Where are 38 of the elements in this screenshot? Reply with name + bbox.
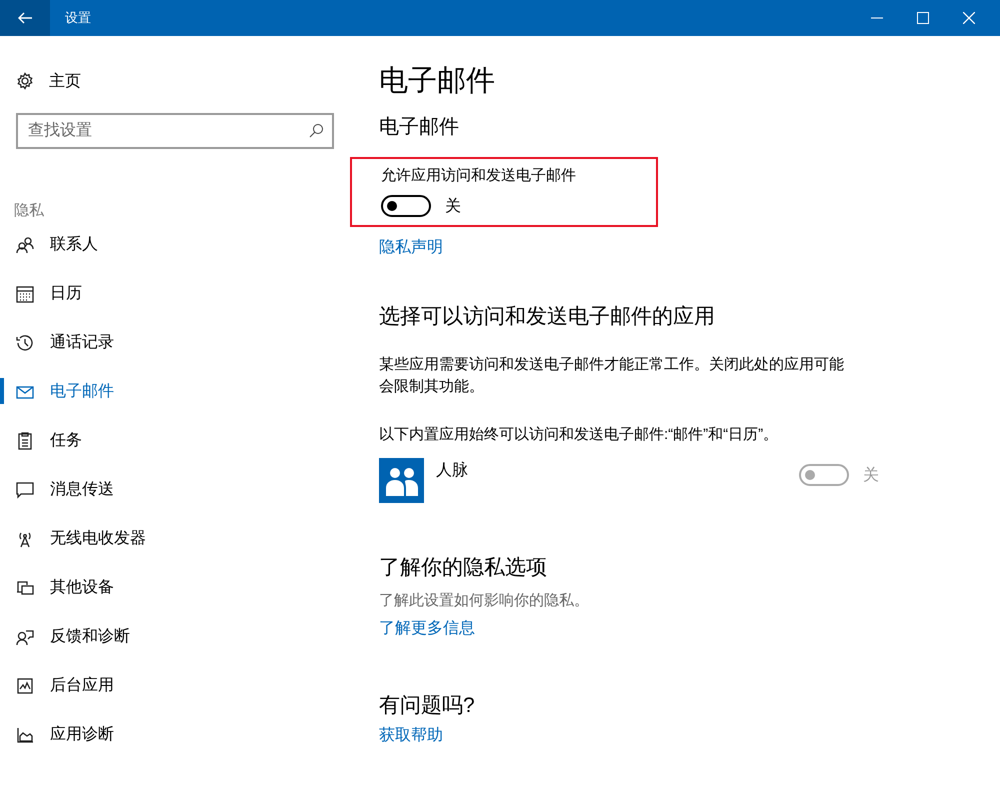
back-arrow-icon: [17, 12, 33, 24]
app-icon: [379, 458, 424, 503]
info-text: 了解此设置如何影响你的隐私。: [379, 591, 589, 610]
search-field[interactable]: 查找设置: [16, 113, 334, 149]
chat-icon: [16, 480, 34, 498]
window-title: 设置: [65, 9, 92, 27]
history-icon: [16, 334, 34, 352]
devices-icon: [16, 578, 34, 596]
search-icon: [309, 123, 324, 138]
description-text: 某些应用需要访问和发送电子邮件才能正常工作。关闭此处的应用可能会限制其功能。: [379, 355, 845, 397]
app-name: 人脉: [436, 460, 469, 481]
chart-icon: [16, 676, 34, 694]
note-text: 以下内置应用始终可以访问和发送电子邮件:“邮件”和“日历”。: [379, 425, 778, 445]
toggle-state: 关: [445, 196, 461, 216]
task-list-icon: [16, 432, 34, 450]
help-link[interactable]: 获取帮助: [379, 725, 443, 746]
section-heading: 有问题吗?: [379, 693, 476, 719]
minimize-icon: [871, 17, 883, 19]
toggle-switch[interactable]: [381, 195, 431, 217]
toggle-state: 关: [863, 466, 879, 486]
close-icon: [963, 12, 975, 24]
section-heading: 选择可以访问和发送电子邮件的应用: [379, 304, 716, 330]
page-title: 电子邮件: [379, 64, 496, 99]
gear-icon: [16, 72, 34, 90]
section-label: 隐私: [14, 201, 44, 220]
calendar-icon: [16, 284, 34, 302]
feedback-icon: [16, 628, 34, 646]
toggle-label: 允许应用访问和发送电子邮件: [381, 166, 577, 186]
learn-more-link[interactable]: 了解更多信息: [379, 618, 475, 639]
privacy-link[interactable]: 隐私声明: [379, 237, 443, 258]
maximize-icon: [917, 12, 929, 24]
selection-indicator: [0, 378, 4, 404]
home-link[interactable]: 主页: [16, 71, 81, 91]
section-heading: 电子邮件: [379, 115, 460, 140]
section-heading: 了解你的隐私选项: [379, 555, 548, 581]
back-button[interactable]: [0, 0, 50, 36]
area-chart-icon: [16, 726, 34, 744]
contacts-icon: [16, 236, 34, 254]
